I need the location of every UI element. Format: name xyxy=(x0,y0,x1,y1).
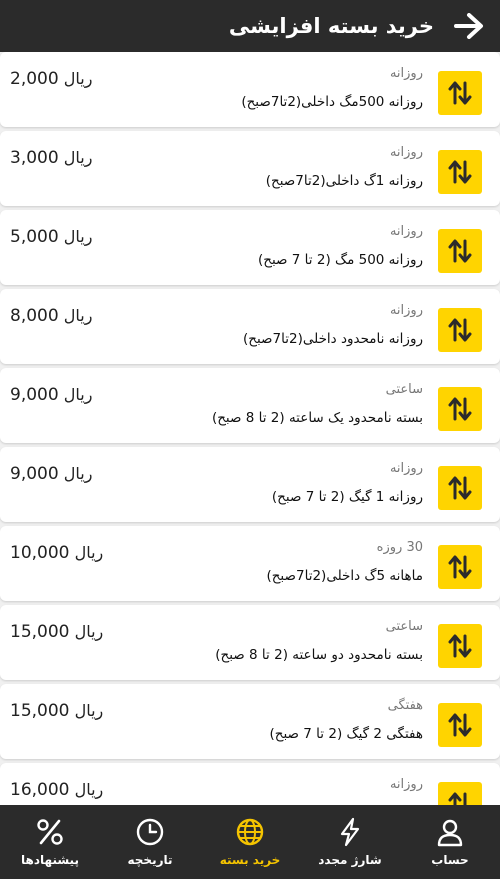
nav-offers[interactable]: پیشنهادها xyxy=(0,805,100,879)
package-price: ریال 9,000 xyxy=(10,464,93,484)
package-card[interactable]: ریال 5,000 روزانه روزانه 500 مگ (2 تا 7 … xyxy=(0,210,500,285)
nav-recharge-label: شارژ مجدد xyxy=(318,853,382,867)
package-name: ماهانه 5گ داخلی(2تا7صبح) xyxy=(266,568,423,584)
package-name: روزانه 1 گیگ (2 تا 7 صبح) xyxy=(271,489,423,505)
package-price: ریال 15,000 xyxy=(10,701,104,721)
package-name: روزانه 500مگ داخلی(2تا7صبح) xyxy=(241,94,423,110)
package-type: ساعتی xyxy=(385,619,423,634)
data-transfer-icon xyxy=(438,624,482,668)
bottom-navigation: پیشنهادها تاریخچه خرید بسته شارژ مجدد حس… xyxy=(0,805,500,879)
nav-offers-label: پیشنهادها xyxy=(21,853,79,867)
package-type: 30 روزه xyxy=(376,540,423,555)
data-transfer-icon xyxy=(438,545,482,589)
package-card[interactable]: ریال 15,000 ساعتی بسته نامحدود دو ساعته … xyxy=(0,605,500,680)
package-name: روزانه نامحدود داخلی(2تا7صبح) xyxy=(242,331,423,347)
data-transfer-icon xyxy=(438,150,482,194)
nav-history[interactable]: تاریخچه xyxy=(100,805,200,879)
package-name: روزانه 500 مگ (2 تا 7 صبح) xyxy=(257,252,423,268)
percent-icon xyxy=(37,819,63,845)
nav-account[interactable]: حساب xyxy=(400,805,500,879)
data-transfer-icon xyxy=(438,308,482,352)
nav-recharge[interactable]: شارژ مجدد xyxy=(300,805,400,879)
package-card[interactable]: ریال 9,000 ساعتی بسته نامحدود یک ساعته (… xyxy=(0,368,500,443)
package-card[interactable]: ریال 2,000 روزانه روزانه 500مگ داخلی(2تا… xyxy=(0,52,500,127)
nav-account-label: حساب xyxy=(431,853,469,867)
package-type: روزانه xyxy=(389,224,423,239)
package-name: بسته نامحدود یک ساعته (2 تا 8 صبح) xyxy=(211,410,423,426)
globe-icon xyxy=(236,818,264,846)
package-name: هفتگی 2 گیگ (2 تا 7 صبح) xyxy=(269,726,423,742)
nav-buy-package-label: خرید بسته xyxy=(219,853,281,867)
package-price: ریال 3,000 xyxy=(10,148,93,168)
package-card[interactable]: ریال 9,000 روزانه روزانه 1 گیگ (2 تا 7 ص… xyxy=(0,447,500,522)
package-type: روزانه xyxy=(389,145,423,160)
package-type: روزانه xyxy=(389,461,423,476)
lightning-icon xyxy=(340,817,360,847)
package-type: هفتگی xyxy=(387,698,423,713)
package-list[interactable]: ریال 2,000 روزانه روزانه 500مگ داخلی(2تا… xyxy=(0,52,500,805)
package-price: ریال 10,000 xyxy=(10,543,104,563)
data-transfer-icon xyxy=(438,466,482,510)
package-price: ریال 8,000 xyxy=(10,306,93,326)
package-price: ریال 15,000 xyxy=(10,622,104,642)
package-type: ساعتی xyxy=(385,382,423,397)
user-icon xyxy=(437,819,463,847)
nav-history-label: تاریخچه xyxy=(127,853,173,867)
page-title: خرید بسته افزایشی xyxy=(228,14,434,38)
package-price: ریال 9,000 xyxy=(10,385,93,405)
package-type: روزانه xyxy=(389,66,423,81)
package-name: بسته نامحدود دو ساعته (2 تا 8 صبح) xyxy=(215,647,423,663)
package-card[interactable]: ریال 8,000 روزانه روزانه نامحدود داخلی(2… xyxy=(0,289,500,364)
package-price: ریال 2,000 xyxy=(10,69,93,89)
package-card[interactable]: ریال 10,000 30 روزه ماهانه 5گ داخلی(2تا7… xyxy=(0,526,500,601)
package-price: ریال 5,000 xyxy=(10,227,93,247)
data-transfer-icon xyxy=(438,782,482,805)
top-app-bar: خرید بسته افزایشی xyxy=(0,0,500,52)
package-card[interactable]: ریال 3,000 روزانه روزانه 1گ داخلی(2تا7صب… xyxy=(0,131,500,206)
package-name: روزانه 1گ داخلی(2تا7صبح) xyxy=(265,173,423,189)
data-transfer-icon xyxy=(438,229,482,273)
nav-buy-package[interactable]: خرید بسته xyxy=(200,805,300,879)
package-price: ریال 16,000 xyxy=(10,780,104,800)
package-card[interactable]: ریال 15,000 هفتگی هفتگی 2 گیگ (2 تا 7 صب… xyxy=(0,684,500,759)
data-transfer-icon xyxy=(438,71,482,115)
back-arrow-icon[interactable] xyxy=(452,9,486,43)
data-transfer-icon xyxy=(438,703,482,747)
package-type: روزانه xyxy=(389,777,423,792)
package-type: روزانه xyxy=(389,303,423,318)
data-transfer-icon xyxy=(438,387,482,431)
clock-icon xyxy=(136,818,164,846)
package-card[interactable]: ریال 16,000 روزانه xyxy=(0,763,500,805)
